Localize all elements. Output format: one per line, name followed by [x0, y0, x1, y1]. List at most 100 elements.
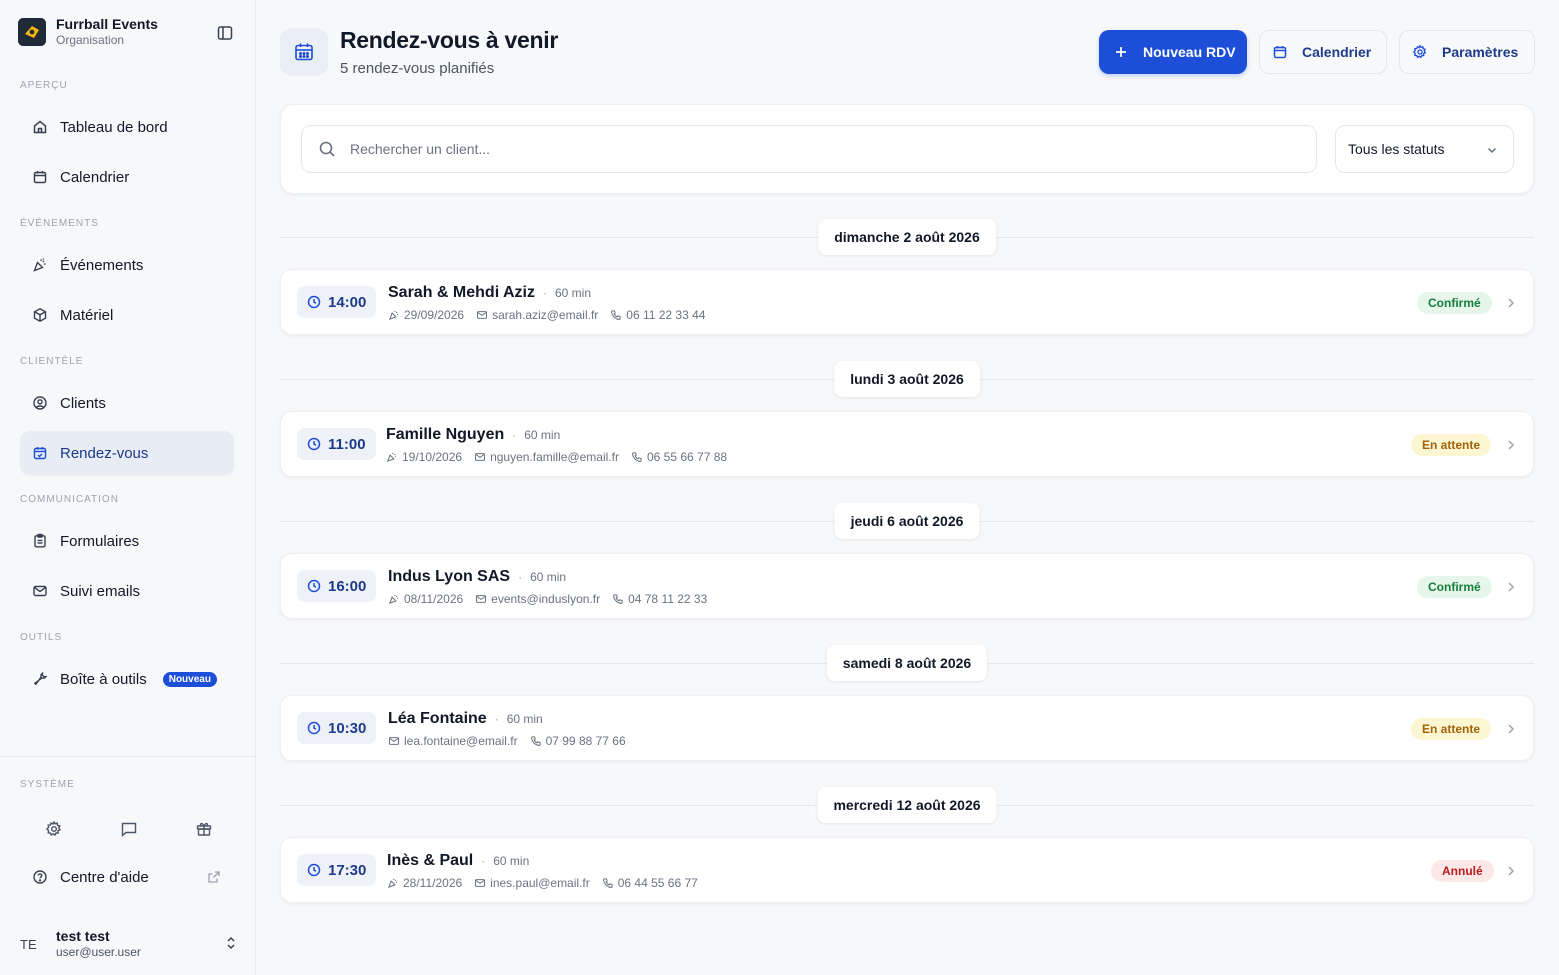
calendar-icon: [1272, 44, 1288, 60]
settings-gear-icon[interactable]: [44, 819, 64, 839]
section-label-apercu: APERÇU: [20, 80, 68, 91]
day-divider: samedi 8 août 2026: [280, 645, 1534, 681]
clipboard-icon: [32, 533, 48, 549]
sidebar-item-dashboard[interactable]: Tableau de bord: [20, 105, 234, 149]
status-badge: Confirmé: [1417, 576, 1492, 598]
sidebar-item-label: Événements: [60, 256, 144, 274]
calendar-icon: [32, 169, 48, 185]
day-divider: mercredi 12 août 2026: [280, 787, 1534, 823]
sidebar-item-calendar[interactable]: Calendrier: [20, 155, 234, 199]
separator-dot: ·: [494, 712, 499, 726]
sidebar-item-toolbox[interactable]: Boîte à outils Nouveau: [20, 657, 234, 701]
chevron-right-icon: [1505, 580, 1517, 594]
page-subtitle: 5 rendez-vous planifiés: [340, 60, 495, 77]
separator-dot: ·: [518, 570, 523, 584]
sidebar-item-email-tracking[interactable]: Suivi emails: [20, 569, 234, 613]
sidebar-item-appointments[interactable]: Rendez-vous: [20, 431, 234, 475]
client-name: Léa Fontaine: [388, 710, 487, 727]
system-icons: [44, 819, 214, 839]
day-label: lundi 3 août 2026: [834, 361, 980, 397]
party-popper-icon: [387, 877, 399, 889]
day-label: samedi 8 août 2026: [826, 645, 988, 681]
separator-dot: ·: [542, 286, 547, 300]
chevron-right-icon: [1505, 864, 1517, 878]
clock-icon: [307, 863, 321, 877]
clock-icon: [307, 721, 321, 735]
appointment-card[interactable]: 11:00 Famille Nguyen · 60 min 19/10/2026…: [280, 411, 1534, 477]
event-date: 19/10/2026: [386, 450, 462, 464]
day-divider: lundi 3 août 2026: [280, 361, 1534, 397]
new-appointment-button[interactable]: Nouveau RDV: [1099, 30, 1247, 74]
separator-dot: ·: [481, 854, 486, 868]
sidebar-item-clients[interactable]: Clients: [20, 381, 234, 425]
client-email: events@induslyon.fr: [475, 592, 600, 606]
time-badge: 14:00: [297, 286, 377, 318]
plus-icon: [1113, 44, 1129, 60]
appointment-card[interactable]: 10:30 Léa Fontaine · 60 min lea.fontaine…: [280, 695, 1534, 761]
user-circle-icon: [32, 395, 48, 411]
day-divider: jeudi 6 août 2026: [280, 503, 1534, 539]
new-badge: Nouveau: [162, 671, 217, 687]
phone-icon: [631, 451, 643, 463]
client-email: nguyen.famille@email.fr: [474, 450, 619, 464]
chevron-right-icon: [1505, 438, 1517, 452]
home-icon: [32, 119, 48, 135]
appointment-time: 10:30: [328, 719, 367, 737]
day-label: mercredi 12 août 2026: [817, 787, 997, 823]
brand-subtitle: Organisation: [56, 33, 125, 47]
help-center-link[interactable]: Centre d'aide: [20, 855, 234, 899]
sidebar-item-forms[interactable]: Formulaires: [20, 519, 234, 563]
client-name: Inès & Paul: [387, 852, 474, 869]
client-email: lea.fontaine@email.fr: [388, 734, 518, 748]
user-avatar: TE: [20, 936, 37, 952]
status-badge: Confirmé: [1417, 292, 1492, 314]
time-badge: 11:00: [297, 428, 376, 460]
sidebar-item-events[interactable]: Événements: [20, 243, 234, 287]
chevron-up-down-icon: [224, 934, 238, 952]
duration: 60 min: [524, 428, 561, 442]
page-title: Rendez-vous à venir: [340, 27, 558, 53]
sidebar-item-label: Formulaires: [60, 532, 140, 550]
section-label-clientele: CLIENTÈLE: [20, 356, 84, 367]
feedback-message-icon[interactable]: [119, 819, 139, 839]
client-phone: 06 11 22 33 44: [610, 308, 705, 322]
client-name: Sarah & Mehdi Aziz: [388, 284, 535, 301]
sidebar-item-label: Boîte à outils: [60, 670, 147, 688]
client-email: sarah.aziz@email.fr: [476, 308, 598, 322]
sidebar-item-label: Calendrier: [60, 168, 130, 186]
duration: 60 min: [493, 854, 530, 868]
party-popper-icon: [388, 593, 400, 605]
appointment-time: 11:00: [328, 435, 366, 453]
calendar-button-label: Calendrier: [1302, 44, 1372, 60]
sidebar-item-label: Rendez-vous: [60, 444, 149, 462]
sidebar-toggle-icon[interactable]: [216, 24, 234, 42]
calendar-button[interactable]: Calendrier: [1259, 30, 1387, 74]
party-popper-icon: [32, 257, 48, 273]
phone-icon: [610, 309, 622, 321]
duration: 60 min: [554, 286, 592, 300]
phone-icon: [530, 735, 542, 747]
appointment-card[interactable]: 16:00 Indus Lyon SAS · 60 min 08/11/2026…: [280, 553, 1534, 619]
wrench-icon: [32, 671, 48, 687]
user-name: test test: [56, 928, 110, 944]
package-icon: [32, 307, 48, 323]
search-field[interactable]: [301, 125, 1317, 173]
search-input[interactable]: [350, 141, 1250, 157]
sidebar-item-equipment[interactable]: Matériel: [20, 293, 234, 337]
duration: 60 min: [530, 570, 567, 584]
settings-button[interactable]: Paramètres: [1399, 30, 1535, 74]
brand-name: Furrball Events: [56, 16, 158, 32]
mail-icon: [476, 309, 488, 321]
time-badge: 16:00: [297, 570, 377, 602]
mail-icon: [388, 735, 400, 747]
new-appointment-label: Nouveau RDV: [1143, 44, 1236, 60]
appointment-card[interactable]: 14:00 Sarah & Mehdi Aziz · 60 min 29/09/…: [280, 269, 1534, 335]
gift-icon[interactable]: [194, 819, 214, 839]
brand[interactable]: Furrball Events Organisation: [18, 16, 238, 48]
mail-icon: [32, 583, 48, 599]
status-badge: En attente: [1411, 718, 1492, 740]
status-filter-select[interactable]: Tous les statuts: [1335, 125, 1514, 173]
appointment-card[interactable]: 17:30 Inès & Paul · 60 min 28/11/2026 in…: [280, 837, 1534, 903]
user-menu[interactable]: TE test test user@user.user: [20, 926, 240, 962]
appointment-time: 17:30: [328, 861, 367, 879]
